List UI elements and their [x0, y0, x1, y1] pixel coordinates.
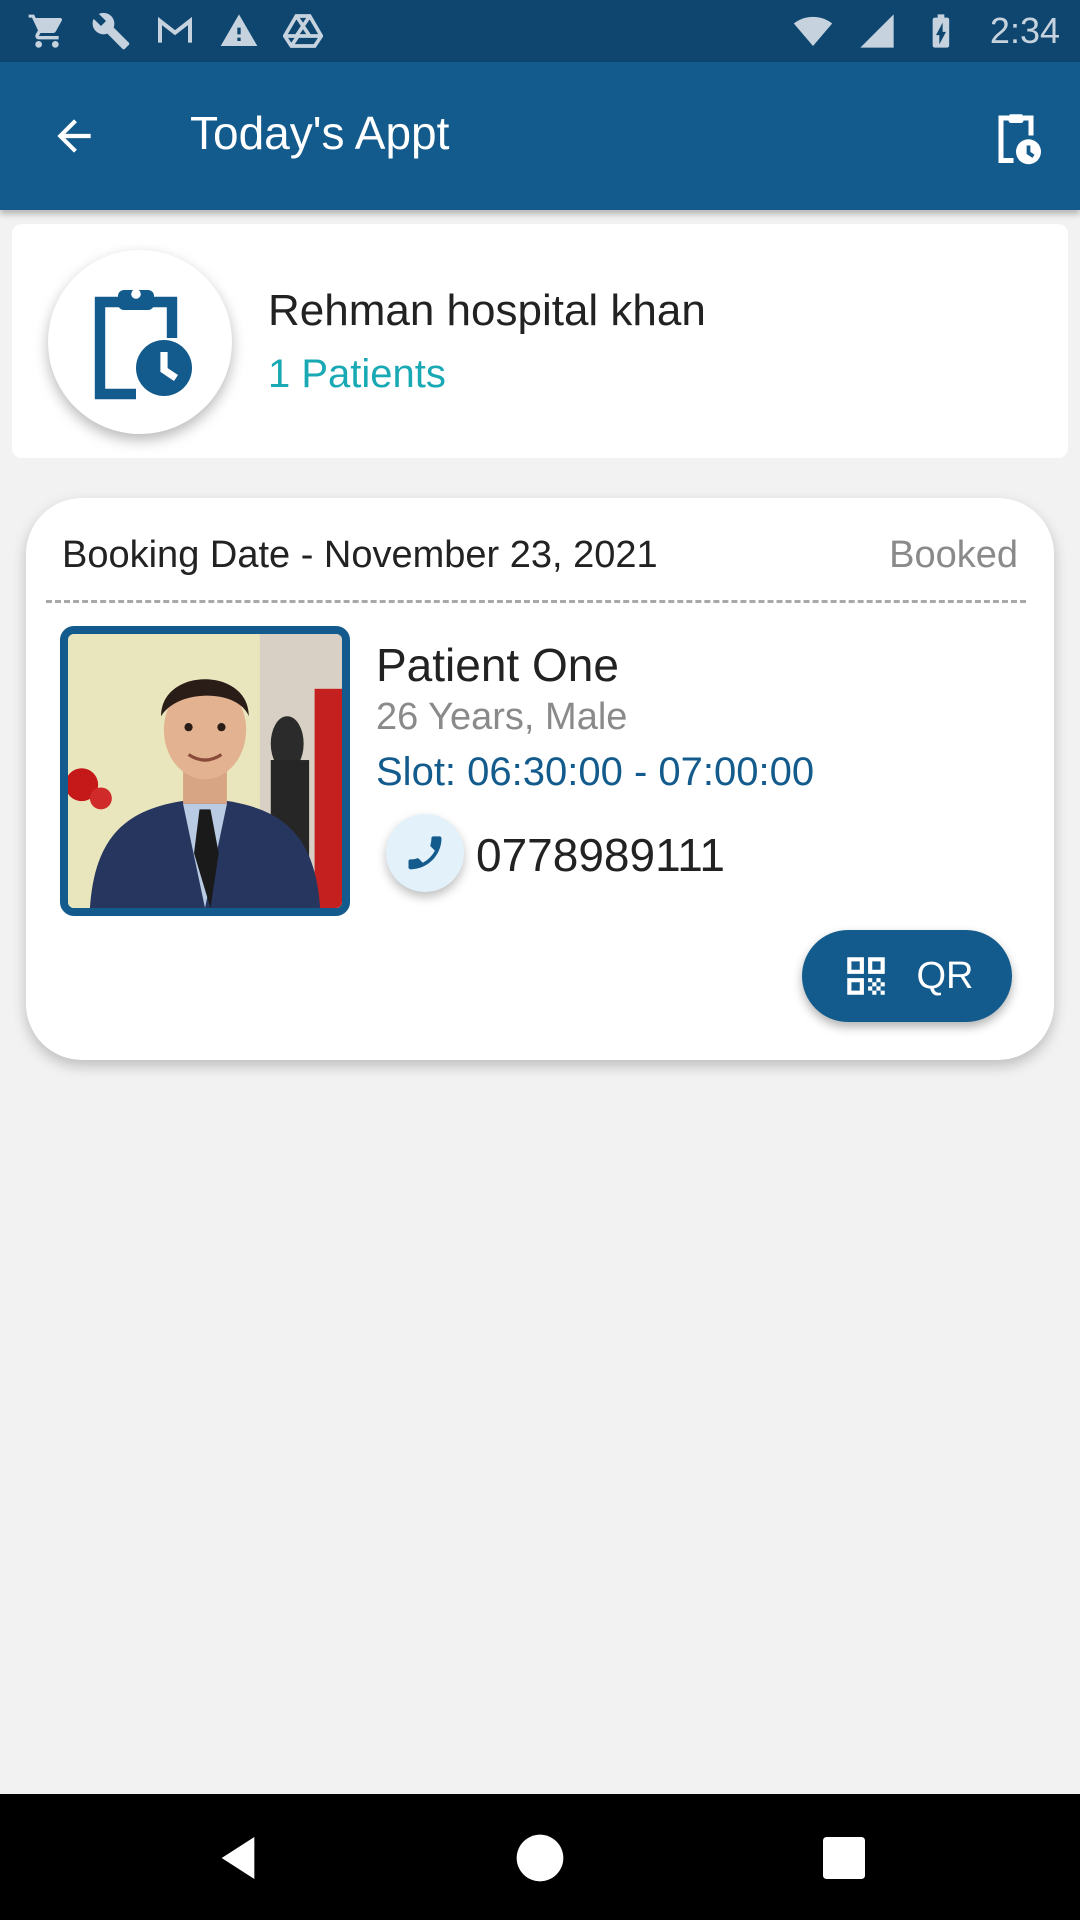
wifi-icon [792, 10, 834, 52]
qr-button-label: QR [916, 954, 974, 997]
clipboard-clock-icon [94, 289, 192, 400]
patient-photo [60, 626, 350, 916]
hospital-name: Rehman hospital khan [268, 286, 706, 335]
status-time: 2:34 [989, 10, 1060, 51]
status-left-icons [26, 10, 324, 52]
hospital-header-card: Rehman hospital khan 1 Patients [12, 224, 1068, 458]
arrow-back-icon [57, 119, 91, 153]
appointment-card[interactable]: Booking Date - November 23, 2021 Booked … [26, 498, 1054, 1060]
nav-back-button[interactable] [208, 1828, 268, 1888]
patient-name: Patient One [376, 639, 619, 691]
booking-date: Booking Date - November 23, 2021 [62, 534, 658, 576]
status-badge: Booked [889, 534, 1018, 576]
phone-icon [408, 836, 442, 870]
page-title: Today's Appt [190, 107, 450, 159]
divider [46, 600, 1026, 603]
app-bar: Today's Appt [0, 62, 1080, 210]
patients-count: 1 Patients [268, 352, 446, 396]
hospital-avatar [48, 250, 232, 434]
patient-age-gender: 26 Years, Male [376, 696, 628, 738]
appointment-slot: Slot: 06:30:00 - 07:00:00 [376, 750, 815, 794]
status-bar: 2:34 [0, 0, 1080, 62]
gmail-icon [154, 10, 196, 52]
nav-recents-button[interactable] [814, 1828, 874, 1888]
signal-icon [856, 10, 898, 52]
qr-code-icon [846, 957, 885, 995]
system-nav-bar [0, 1794, 1080, 1920]
nav-back-icon [221, 1837, 255, 1879]
back-button[interactable] [40, 102, 108, 170]
wrench-icon [90, 10, 132, 52]
battery-icon [920, 10, 962, 52]
nav-home-icon [516, 1834, 564, 1882]
warning-icon [218, 10, 260, 52]
cart-icon [26, 10, 68, 52]
status-right-icons: 2:34 [792, 10, 1060, 52]
qr-button[interactable]: QR [802, 930, 1012, 1022]
call-button[interactable] [386, 814, 464, 892]
nav-home-button[interactable] [510, 1828, 570, 1888]
patient-phone[interactable]: 0778989111 [476, 828, 725, 882]
drive-icon [282, 10, 324, 52]
today-appointments-button[interactable] [980, 102, 1052, 174]
clipboard-clock-icon [998, 114, 1041, 165]
nav-recents-icon [823, 1837, 865, 1879]
